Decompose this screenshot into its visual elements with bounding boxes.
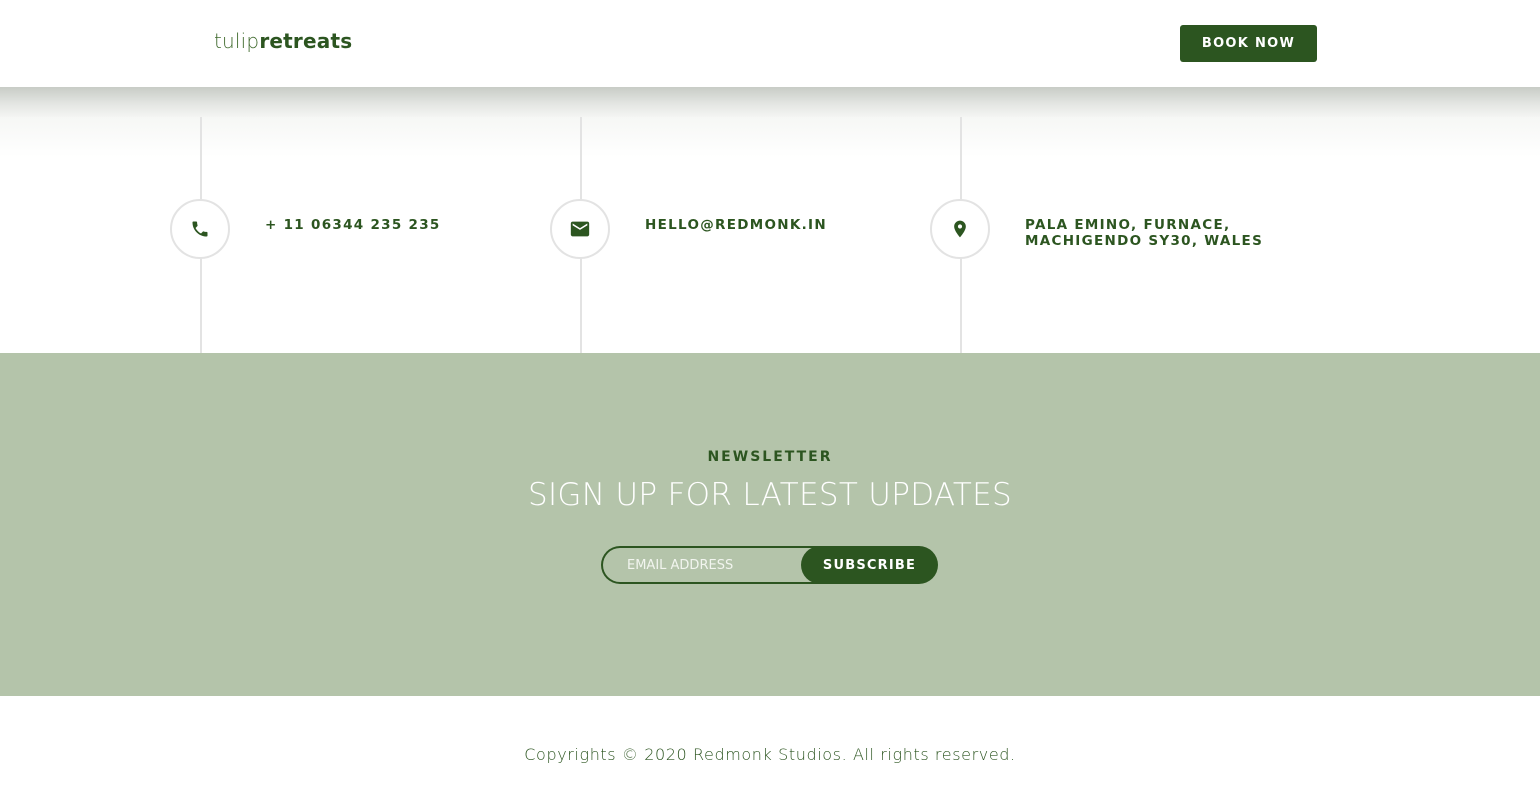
location-icon-circle (930, 199, 990, 259)
logo-text-bold: retreats (259, 29, 353, 53)
logo-text-light: tulip (214, 29, 260, 53)
contact-phone[interactable]: + 11 06344 235 235 (265, 217, 441, 233)
phone-icon (192, 221, 208, 237)
newsletter-section: NEWSLETTER SIGN UP FOR LATEST UPDATES SU… (0, 353, 1540, 696)
site-header: tulipretreats BOOK NOW (0, 0, 1540, 87)
contact-address: PALA EMINO, FURNACE, MACHIGENDO SY30, WA… (1025, 217, 1263, 249)
contact-phone-line: + 11 06344 235 235 (265, 217, 441, 233)
logo[interactable]: tulipretreats (214, 29, 352, 53)
newsletter-form: SUBSCRIBE (601, 546, 938, 584)
contact-email-line: HELLO@REDMONK.IN (645, 217, 827, 233)
newsletter-heading: SIGN UP FOR LATEST UPDATES (527, 477, 1013, 513)
mail-icon (570, 221, 590, 237)
email-input[interactable] (601, 546, 831, 584)
contact-section: + 11 06344 235 235 HELLO@REDMONK.IN PALA… (0, 87, 1540, 353)
contact-email[interactable]: HELLO@REDMONK.IN (645, 217, 827, 233)
mail-icon-circle (550, 199, 610, 259)
header-shadow (0, 87, 1540, 117)
copyright-text: Copyrights © 2020 Redmonk Studios. All r… (524, 745, 1016, 764)
contact-address-line-2: MACHIGENDO SY30, WALES (1025, 233, 1264, 249)
contact-address-line-1: PALA EMINO, FURNACE, (1025, 217, 1231, 233)
newsletter-label: NEWSLETTER (707, 449, 833, 465)
book-now-button[interactable]: BOOK NOW (1180, 25, 1317, 62)
subscribe-button[interactable]: SUBSCRIBE (801, 546, 938, 584)
phone-icon-circle (170, 199, 230, 259)
location-pin-icon (954, 220, 966, 238)
site-footer: Copyrights © 2020 Redmonk Studios. All r… (0, 696, 1540, 805)
